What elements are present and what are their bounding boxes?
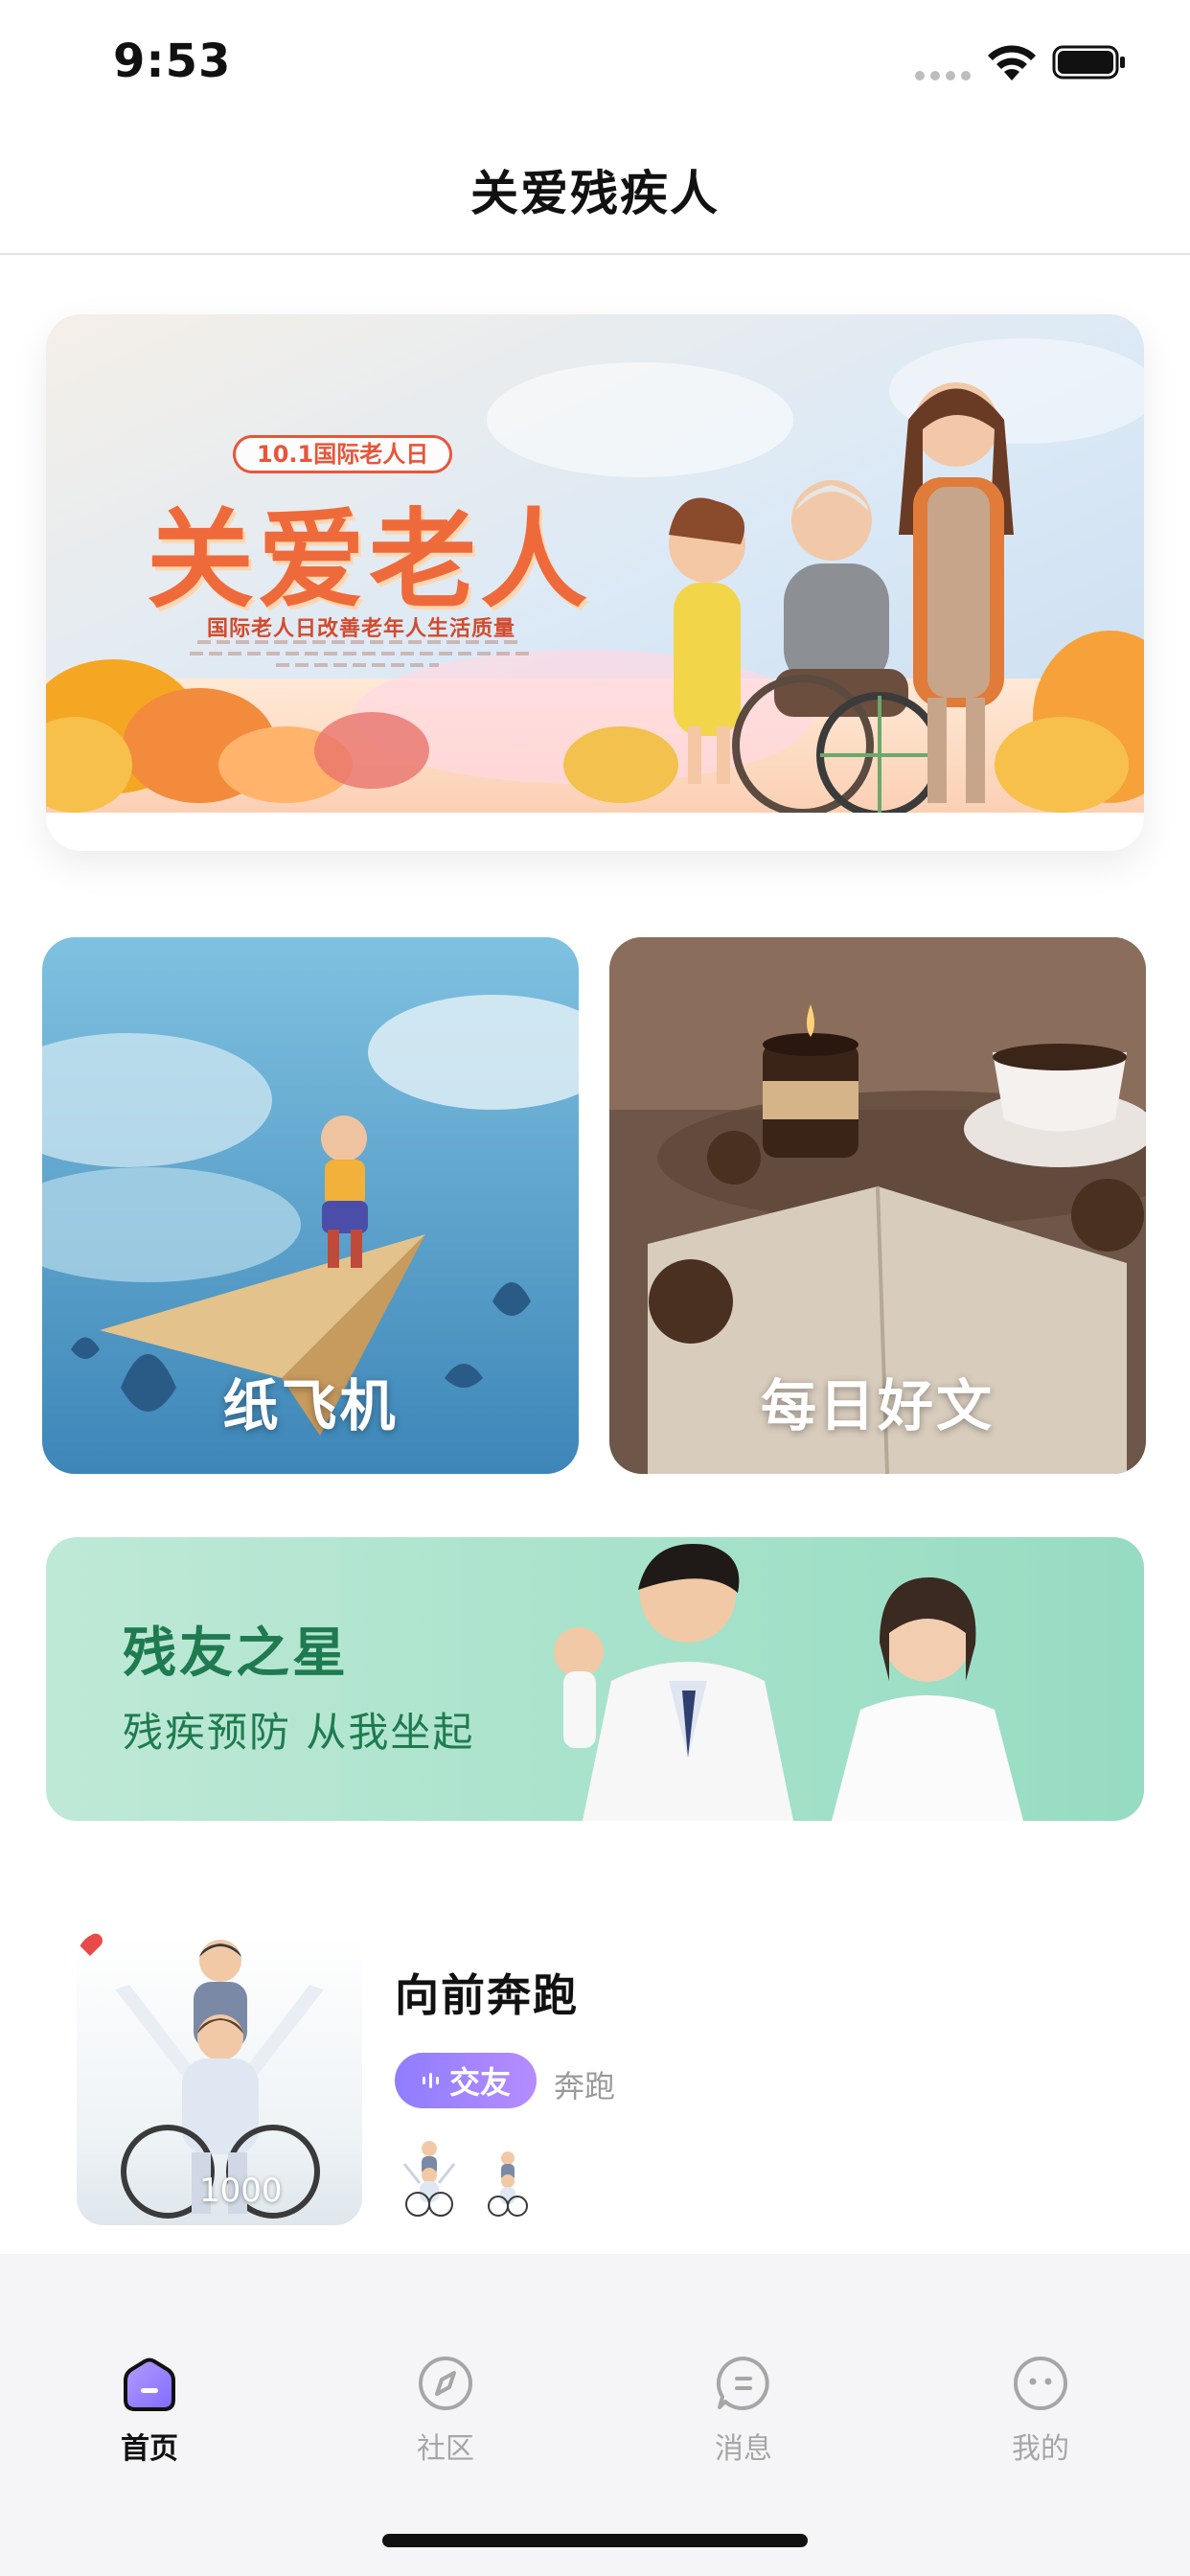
friend-tag[interactable]: 交友 [395,2053,537,2108]
paper-plane-label: 纸飞机 [222,1373,399,1438]
header-divider [0,253,1190,255]
hero-banner[interactable]: 10.1国际老人日 关爱老人 国际老人日改善老年人生活质量 [46,314,1144,851]
heart-icon [78,1933,103,1956]
compass-icon [419,2357,472,2410]
promo-subtitle: 残疾预防 从我坐起 [123,1709,475,1756]
audio-wave-icon [422,2073,439,2088]
page-title: 关爱残疾人 [470,166,720,221]
participant-avatars [399,2137,538,2218]
avatar[interactable] [399,2137,460,2218]
tab-messages[interactable]: 消息 [648,2354,839,2469]
tab-home[interactable]: 首页 [54,2354,245,2469]
home-indicator[interactable] [382,2534,808,2547]
hero-subtitle: 国际老人日改善老年人生活质量 [207,617,516,641]
friend-tag-label: 交友 [448,2064,511,2101]
item-category: 奔跑 [554,2068,616,2104]
promo-banner[interactable]: 残友之星 残疾预防 从我坐起 [46,1537,1144,1821]
list-item[interactable]: 1000 向前奔跑 交友 奔跑 [77,1932,1131,2229]
hero-decorative-line [197,640,523,644]
tab-home-label: 首页 [121,2432,178,2466]
hero-decorative-line [190,652,535,656]
status-time: 9:53 [113,34,232,88]
paper-plane-card[interactable]: 纸飞机 [42,937,579,1474]
tab-profile-label: 我的 [1012,2432,1069,2466]
home-icon [124,2358,175,2411]
like-count: 1000 [199,2172,283,2210]
promo-title: 残友之星 [123,1622,349,1685]
item-title: 向前奔跑 [395,1969,579,2021]
hero-badge: 10.1国际老人日 [233,435,453,473]
smiley-icon [1014,2357,1067,2410]
item-thumbnail[interactable]: 1000 [77,1932,362,2225]
hero-decorative-line [276,663,439,667]
daily-article-card[interactable]: 每日好文 [609,937,1146,1474]
tab-bar: 首页 社区 消息 我的 [0,2254,1190,2576]
wifi-icon [988,45,1036,80]
tab-community-label: 社区 [417,2432,474,2466]
hero-title: 关爱老人 [147,498,591,623]
tab-community[interactable]: 社区 [350,2354,541,2469]
daily-article-label: 每日好文 [760,1373,995,1438]
battery-icon [1052,45,1125,80]
avatar[interactable] [477,2137,538,2218]
message-icon [716,2356,769,2410]
tab-profile[interactable]: 我的 [945,2354,1136,2469]
status-bar: 9:53 [0,0,1190,134]
tab-messages-label: 消息 [715,2432,772,2466]
cellular-signal-icon [915,71,971,80]
